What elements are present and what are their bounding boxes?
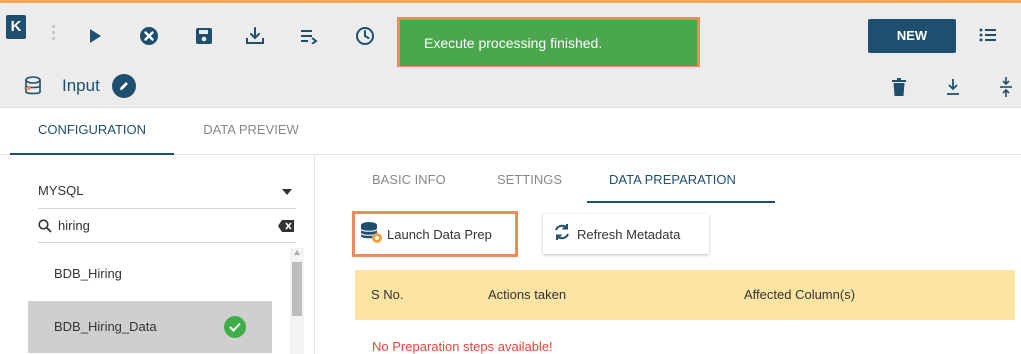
- database-type-select[interactable]: MYSQL: [38, 173, 296, 209]
- empty-state-message: No Preparation steps available!: [372, 339, 553, 354]
- list-item-selected[interactable]: BDB_Hiring_Data: [28, 301, 272, 353]
- table-header: S No. Actions taken Affected Column(s): [355, 270, 1015, 320]
- table-list: BDB_Hiring BDB_Hiring_Data: [28, 248, 304, 354]
- drag-handle-icon[interactable]: [52, 25, 56, 43]
- chevron-down-icon: [282, 189, 292, 195]
- new-button[interactable]: NEW: [868, 19, 956, 53]
- trash-icon[interactable]: [890, 77, 908, 97]
- launch-data-prep-button[interactable]: Launch Data Prep: [352, 211, 518, 257]
- column-header-actions: Actions taken: [488, 287, 567, 302]
- app-root: K Execute processing finished. NEW Input…: [0, 0, 1021, 354]
- edit-icon[interactable]: [112, 74, 136, 98]
- collapse-panel-button[interactable]: K: [6, 15, 26, 39]
- tab-settings[interactable]: SETTINGS: [497, 158, 562, 203]
- component-title: Input: [62, 76, 100, 95]
- list-icon[interactable]: [979, 27, 997, 43]
- data-prep-icon: [359, 220, 383, 249]
- save-icon[interactable]: [193, 25, 215, 47]
- search-icon: [38, 219, 52, 233]
- scroll-up-icon[interactable]: [294, 250, 300, 255]
- column-header-sno: S No.: [371, 287, 404, 302]
- search-value: hiring: [58, 218, 90, 233]
- active-subtab-indicator: [587, 201, 775, 203]
- tab-basic-info[interactable]: BASIC INFO: [372, 158, 446, 203]
- download-icon[interactable]: [244, 25, 266, 47]
- scroll-thumb[interactable]: [292, 262, 302, 316]
- list-scrollbar[interactable]: [290, 248, 304, 354]
- database-icon: [24, 76, 42, 96]
- list-item-label: BDB_Hiring_Data: [54, 319, 157, 334]
- column-header-affected: Affected Column(s): [744, 287, 856, 302]
- refresh-metadata-button[interactable]: Refresh Metadata: [543, 214, 709, 254]
- collapse-icon[interactable]: [997, 77, 1015, 97]
- stop-icon[interactable]: [138, 25, 160, 47]
- toolbar: K Execute processing finished. NEW: [0, 3, 1021, 69]
- refresh-icon: [553, 223, 571, 246]
- clock-icon[interactable]: [354, 25, 376, 47]
- list-run-icon[interactable]: [298, 25, 320, 47]
- check-icon: [224, 316, 246, 338]
- play-icon[interactable]: [84, 25, 106, 47]
- toast-notification: Execute processing finished.: [397, 17, 700, 69]
- component-header: Input: [0, 67, 1021, 108]
- tab-configuration[interactable]: CONFIGURATION: [10, 108, 174, 155]
- download-icon[interactable]: [944, 77, 962, 97]
- launch-button-label: Launch Data Prep: [387, 226, 492, 242]
- database-type-value: MYSQL: [38, 183, 84, 198]
- sub-tabs: BASIC INFO SETTINGS DATA PREPARATION: [355, 158, 1015, 203]
- refresh-button-label: Refresh Metadata: [577, 226, 681, 242]
- tab-data-preview[interactable]: DATA PREVIEW: [186, 108, 316, 155]
- clear-search-icon[interactable]: [278, 219, 294, 232]
- left-panel: MYSQL hiring BDB_Hiring BDB_Hiring_Data: [10, 155, 315, 354]
- table-search-input[interactable]: hiring: [38, 209, 296, 243]
- main-tabs: CONFIGURATION DATA PREVIEW: [0, 108, 1021, 155]
- tab-data-preparation[interactable]: DATA PREPARATION: [609, 158, 736, 203]
- list-item[interactable]: BDB_Hiring: [28, 248, 272, 300]
